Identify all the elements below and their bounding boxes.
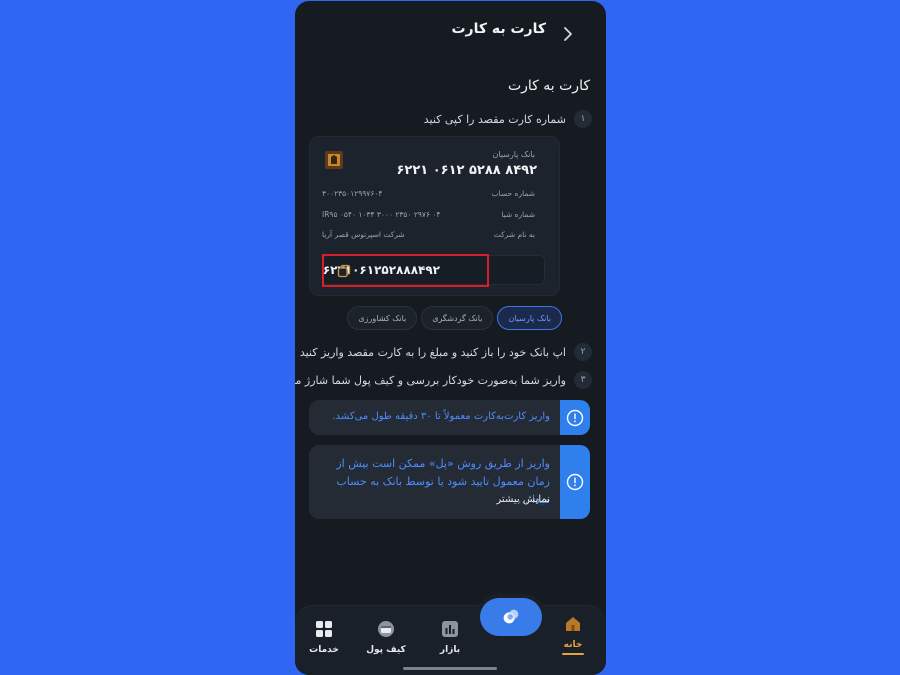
account-value: ۳۰۰۲۳۵۰۱۲۹۹۷۶۰۴: [322, 189, 383, 198]
home-icon: [566, 617, 580, 631]
alert-strip: [560, 445, 590, 519]
top-bar: کارت به کارت: [295, 1, 606, 65]
bank-name: بانک پارسیان: [492, 150, 535, 159]
step-text: واریز شما به‌صورت خودکار بررسی و کیف پول…: [295, 373, 566, 387]
info-alert-pol: واریز از طریق روش «پل» ممکن است بیش از ز…: [309, 445, 590, 519]
highlight-box: [322, 254, 489, 287]
info-icon: [566, 473, 584, 491]
active-indicator: [562, 653, 584, 655]
nav-item-home[interactable]: خانه: [549, 615, 597, 655]
info-alert-timing: واریز کارت‌به‌کارت معمولاً تا ۳۰ دقیقه ط…: [309, 400, 590, 435]
chart-icon: [442, 621, 458, 637]
step-number: ۱: [574, 110, 592, 128]
bank-chip-gardeshgari[interactable]: بانک گردشگری: [421, 306, 494, 330]
card-number: ۶۲۲۱ ۰۶۱۲ ۵۲۸۸ ۸۴۹۲: [396, 163, 537, 178]
sheba-label: شماره شبا: [501, 210, 535, 219]
step-text: شماره کارت مقصد را کپی کنید: [423, 112, 566, 126]
step-number: ۲: [574, 343, 592, 361]
owner-label: به نام شرکت: [493, 230, 535, 239]
owner-value: شرکت اسپرتوس قصر آریا: [322, 230, 405, 239]
nav-label-services: خدمات: [309, 645, 339, 655]
bank-chip-keshavarzi[interactable]: بانک کشاورزی: [347, 306, 418, 330]
sheba-value: IR۹۵ ۰۵۴۰ ۱۰۳۴ ۳۰۰۰ ۲۳۵۰ ۲۹۷۶ ۰۴: [322, 210, 441, 219]
step-2: ۲ اپ بانک خود را باز کنید و مبلغ را به ک…: [300, 343, 592, 361]
bottom-nav: خانه بازار کیف پول خدمات: [295, 605, 606, 675]
home-indicator: [403, 667, 497, 670]
account-label: شماره حساب: [491, 189, 535, 198]
alert-strip: [560, 400, 590, 435]
account-row: شماره حساب ۳۰۰۲۳۵۰۱۲۹۹۷۶۰۴: [322, 189, 535, 198]
step-number: ۳: [574, 371, 592, 389]
owner-row: به نام شرکت شرکت اسپرتوس قصر آریا: [322, 230, 535, 239]
nav-item-services[interactable]: خدمات: [300, 620, 348, 655]
wallet-icon: [378, 621, 394, 637]
sheba-row: شماره شبا IR۹۵ ۰۵۴۰ ۱۰۳۴ ۳۰۰۰ ۲۳۵۰ ۲۹۷۶ …: [322, 210, 535, 219]
step-1: ۱ شماره کارت مقصد را کپی کنید: [424, 110, 592, 128]
center-action-button[interactable]: [480, 598, 542, 636]
nav-label-wallet: کیف پول: [366, 645, 406, 655]
nav-label-market: بازار: [439, 645, 461, 655]
chevron-right-icon: [564, 27, 572, 41]
bank-logo-icon: [325, 151, 343, 169]
bank-chip-parsian[interactable]: بانک پارسیان: [497, 306, 562, 330]
nav-label-home: خانه: [563, 640, 583, 650]
step-text: اپ بانک خود را باز کنید و مبلغ را به کار…: [299, 345, 566, 359]
phone-screen: کارت به کارت کارت به کارت ۱ شماره کارت م…: [295, 1, 606, 675]
nav-item-market[interactable]: بازار: [426, 620, 474, 655]
exchange-icon: [503, 609, 519, 624]
page-title: کارت به کارت: [451, 21, 546, 37]
grid-icon: [316, 621, 332, 637]
section-title: کارت به کارت: [507, 78, 590, 94]
step-3: ۳ واریز شما به‌صورت خودکار بررسی و کیف پ…: [295, 371, 592, 389]
show-more-link[interactable]: نمایش بیشتر: [496, 494, 550, 505]
alert-text: واریز کارت‌به‌کارت معمولاً تا ۳۰ دقیقه ط…: [332, 411, 550, 422]
bank-selector: بانک پارسیان بانک گردشگری بانک کشاورزی: [347, 306, 562, 330]
nav-item-wallet[interactable]: کیف پول: [362, 620, 410, 655]
back-button[interactable]: [558, 23, 578, 45]
info-icon: [566, 409, 584, 426]
